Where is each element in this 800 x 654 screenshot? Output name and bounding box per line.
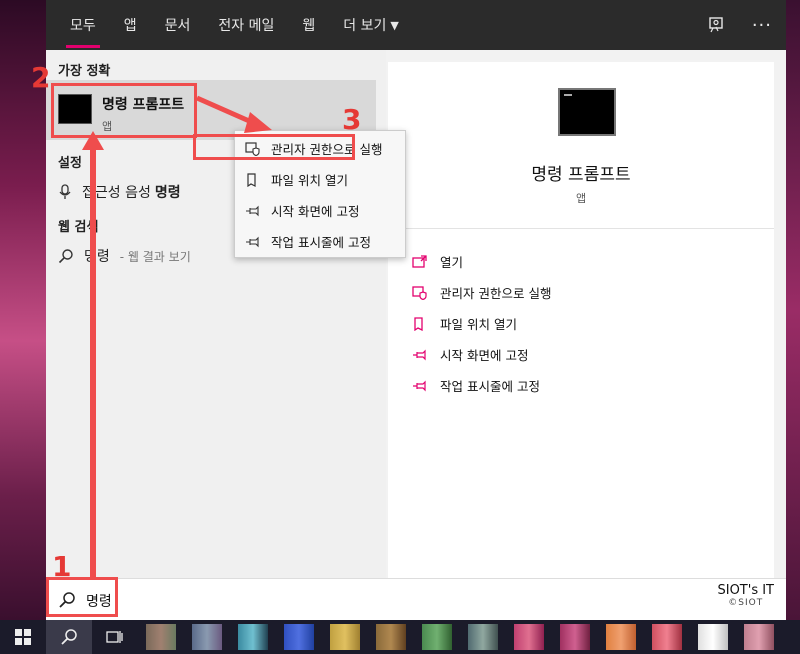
more-options-icon[interactable]: ··· xyxy=(752,15,772,36)
ctx-open-file-location[interactable]: 파일 위치 열기 xyxy=(245,170,348,189)
taskbar-app[interactable] xyxy=(560,624,590,650)
command-prompt-large-icon xyxy=(558,88,616,136)
taskbar-app[interactable] xyxy=(514,624,544,650)
taskbar-app[interactable] xyxy=(376,624,406,650)
action-pin-to-taskbar[interactable]: 작업 표시줄에 고정 xyxy=(412,376,540,395)
microphone-icon xyxy=(58,184,72,200)
start-button[interactable] xyxy=(0,620,46,654)
command-prompt-app-icon xyxy=(58,94,92,124)
action-pin-to-start[interactable]: 시작 화면에 고정 xyxy=(412,345,528,364)
annotation-number-2: 2 xyxy=(31,61,51,94)
divider xyxy=(388,228,774,229)
windows-logo-icon xyxy=(15,629,31,645)
pin-icon xyxy=(245,204,261,218)
pin-icon xyxy=(412,379,428,393)
tab-label: 문서 xyxy=(164,18,191,34)
best-match-name: 명령 프롬프트 xyxy=(102,97,185,113)
web-search-heading: 웹 검색 xyxy=(58,220,99,235)
tab-label: 더 보기 xyxy=(343,18,387,34)
taskbar xyxy=(0,620,800,654)
start-menu: 모두 앱 문서 전자 메일 웹 더 보기 ▼ ··· 가장 정확 명령 프롬프트 … xyxy=(46,0,786,620)
tab-label: 앱 xyxy=(123,18,137,34)
pin-icon xyxy=(245,235,261,249)
ctx-label: 관리자 권한으로 실행 xyxy=(271,142,383,157)
ctx-pin-to-start[interactable]: 시작 화면에 고정 xyxy=(245,201,359,220)
taskbar-app[interactable] xyxy=(698,624,728,650)
annotation-number-1: 1 xyxy=(52,550,72,583)
tab-label: 모두 xyxy=(70,18,96,34)
action-open-file-location[interactable]: 파일 위치 열기 xyxy=(412,314,517,333)
action-label: 열기 xyxy=(440,255,464,270)
search-icon xyxy=(61,629,77,645)
action-run-as-admin[interactable]: 관리자 권한으로 실행 xyxy=(412,283,551,302)
top-right-controls: ··· xyxy=(708,0,772,50)
taskbar-app[interactable] xyxy=(238,624,268,650)
taskbar-app[interactable] xyxy=(146,624,176,650)
action-label: 관리자 권한으로 실행 xyxy=(440,286,552,301)
watermark-sub: ©SIOT xyxy=(728,598,764,608)
settings-item-highlight: 명령 xyxy=(154,185,181,201)
tab-apps[interactable]: 앱 xyxy=(110,0,151,50)
search-icon xyxy=(58,591,76,609)
taskbar-app[interactable] xyxy=(284,624,314,650)
tab-email[interactable]: 전자 메일 xyxy=(204,0,288,50)
best-match-type: 앱 xyxy=(102,120,113,133)
shield-icon xyxy=(245,141,261,156)
taskbar-app[interactable] xyxy=(422,624,452,650)
web-search-result-item[interactable]: 명령 - 웹 결과 보기 xyxy=(58,246,191,266)
folder-icon xyxy=(245,172,261,187)
web-item-label: 명령 xyxy=(84,249,110,265)
taskbar-app[interactable] xyxy=(606,624,636,650)
action-label: 작업 표시줄에 고정 xyxy=(440,379,540,394)
tab-documents[interactable]: 문서 xyxy=(151,0,205,50)
tab-label: 전자 메일 xyxy=(218,18,275,34)
detail-app-name: 명령 프롬프트 xyxy=(531,165,631,185)
search-icon xyxy=(58,248,74,264)
taskbar-app[interactable] xyxy=(192,624,222,650)
tab-all[interactable]: 모두 xyxy=(56,0,110,50)
taskbar-app[interactable] xyxy=(330,624,360,650)
search-input[interactable]: 명령 xyxy=(86,591,112,611)
watermark: SIOT's IT ©SIOT xyxy=(717,583,774,608)
taskbar-app[interactable] xyxy=(652,624,682,650)
taskbar-app[interactable] xyxy=(468,624,498,650)
folder-icon xyxy=(412,316,428,331)
ctx-label: 작업 표시줄에 고정 xyxy=(271,235,371,250)
search-filter-bar: 모두 앱 문서 전자 메일 웹 더 보기 ▼ ··· xyxy=(46,0,786,50)
tab-web[interactable]: 웹 xyxy=(288,0,329,50)
settings-result-item[interactable]: 접근성 음성 명령 xyxy=(58,182,181,202)
settings-heading: 설정 xyxy=(58,156,82,171)
pin-icon xyxy=(412,348,428,362)
shield-icon xyxy=(412,285,428,300)
search-box[interactable]: 명령 SIOT's IT ©SIOT xyxy=(46,578,786,620)
detail-app-type: 앱 xyxy=(575,192,587,205)
app-detail-pane: 명령 프롬프트 앱 열기 관리자 권한으로 실행 파일 위치 열기 시작 화면에… xyxy=(388,62,774,578)
task-view-icon xyxy=(106,631,123,643)
taskbar-app[interactable] xyxy=(744,624,774,650)
ctx-label: 시작 화면에 고정 xyxy=(271,204,360,219)
context-menu: 관리자 권한으로 실행 파일 위치 열기 시작 화면에 고정 작업 표시줄에 고… xyxy=(234,130,406,258)
action-label: 파일 위치 열기 xyxy=(440,317,517,332)
best-match-heading: 가장 정확 xyxy=(58,64,111,79)
watermark-main: SIOT's IT xyxy=(717,583,774,598)
ctx-label: 파일 위치 열기 xyxy=(271,173,348,188)
feedback-icon[interactable] xyxy=(708,16,726,34)
tab-more[interactable]: 더 보기 ▼ xyxy=(329,0,413,50)
task-view-button[interactable] xyxy=(92,620,138,654)
search-taskbar-button[interactable] xyxy=(46,620,92,654)
web-item-sub: - 웹 결과 보기 xyxy=(119,249,191,264)
ctx-run-as-admin[interactable]: 관리자 권한으로 실행 xyxy=(245,139,382,158)
settings-item-label: 접근성 음성 xyxy=(82,185,151,201)
ctx-pin-to-taskbar[interactable]: 작업 표시줄에 고정 xyxy=(245,232,371,251)
tab-label: 웹 xyxy=(302,18,316,34)
action-open[interactable]: 열기 xyxy=(412,252,463,271)
desktop-background-right xyxy=(786,0,800,620)
action-label: 시작 화면에 고정 xyxy=(440,348,529,363)
caret-down-icon: ▼ xyxy=(390,18,399,32)
annotation-number-3: 3 xyxy=(342,103,362,136)
open-icon xyxy=(412,254,428,269)
